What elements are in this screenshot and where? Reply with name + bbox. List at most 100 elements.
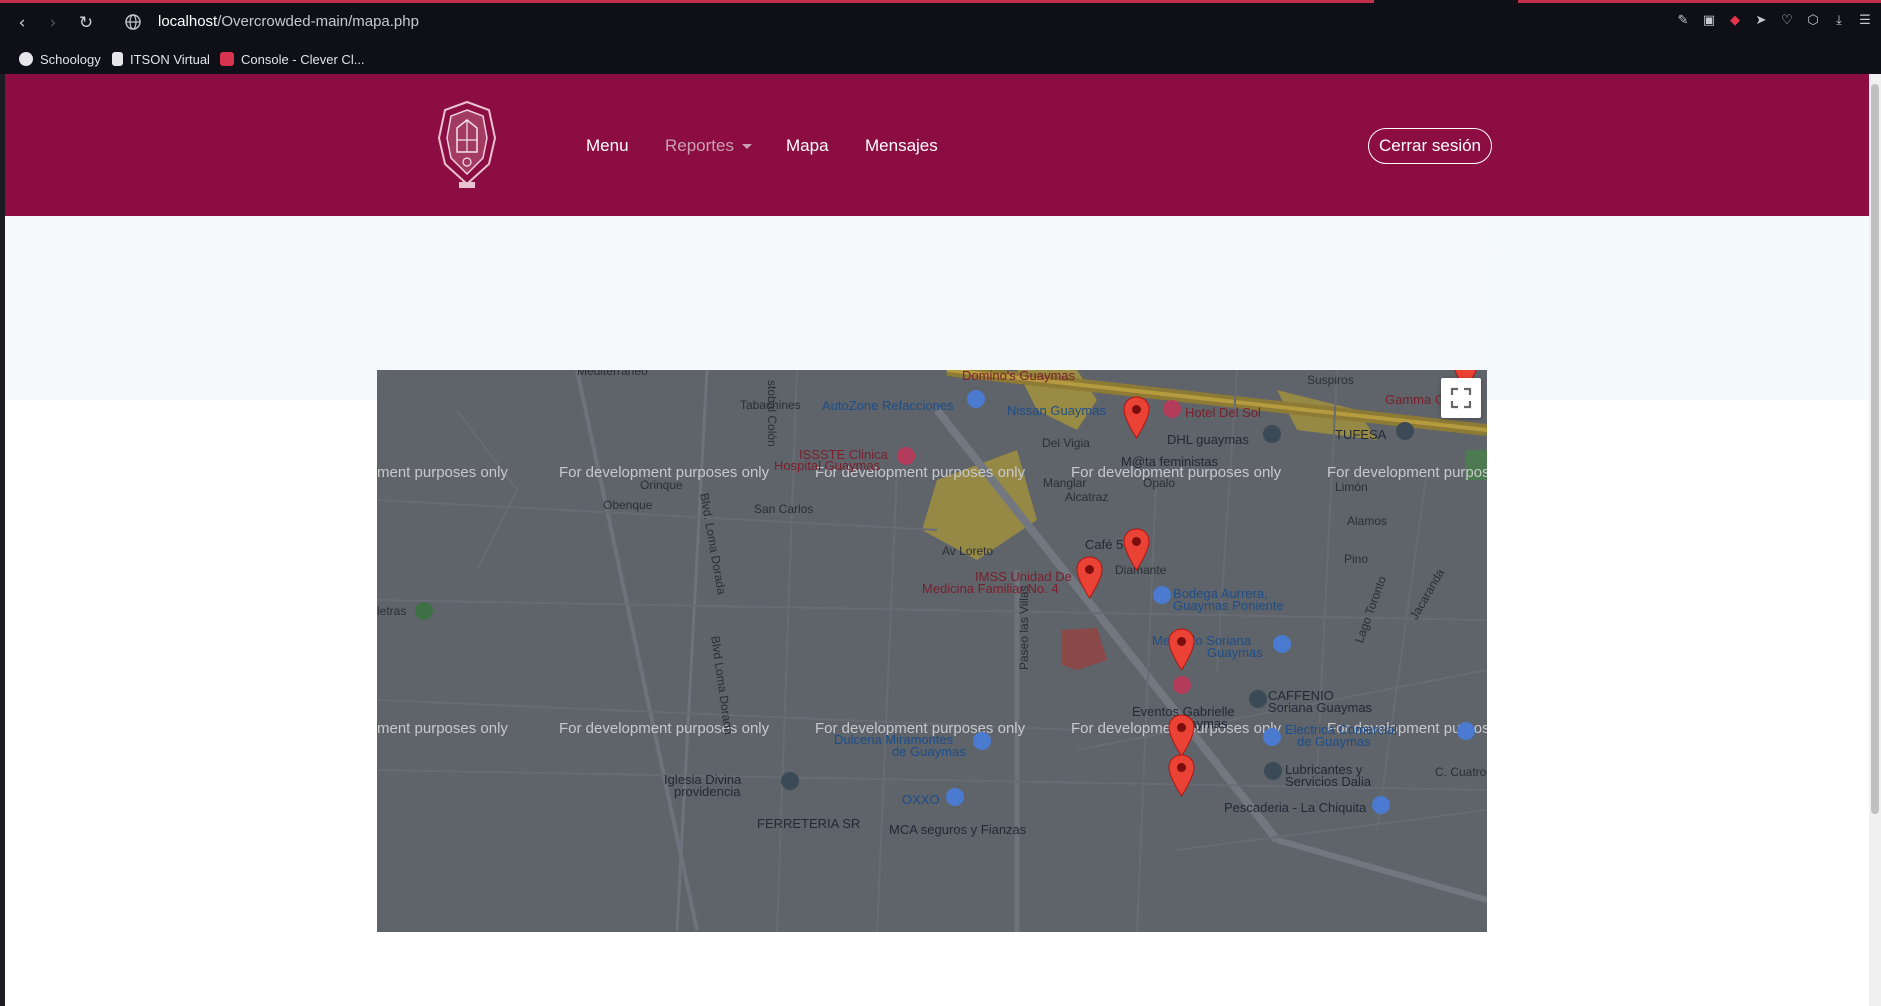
map-label: Alamos [1347, 514, 1388, 528]
send-icon[interactable]: ➤ [1753, 12, 1769, 30]
map-label: Domino's Guaymas [962, 370, 1076, 383]
map-label: Servicios Dalia [1285, 774, 1371, 789]
map-label: TUFESA [1335, 427, 1387, 442]
map-marker-icon[interactable] [1123, 528, 1150, 571]
park-icon[interactable] [415, 602, 433, 620]
map-label: Del Vigia [1042, 436, 1090, 450]
store-icon[interactable] [967, 390, 985, 408]
shopping-icon[interactable] [1273, 635, 1291, 653]
location-icon[interactable] [1396, 422, 1414, 440]
map-label: Obenque [603, 498, 653, 512]
download-icon[interactable]: ⤓ [1831, 12, 1847, 30]
map-label: Medicina Familiar No. 4 [922, 581, 1059, 596]
shopping-icon[interactable] [1263, 728, 1281, 746]
dev-watermark: For development purpose [1327, 464, 1487, 481]
map-label: OXXO [902, 792, 940, 807]
console-icon [220, 52, 234, 66]
map-label: AutoZone Refacciones [822, 398, 954, 413]
schoology-icon [19, 52, 33, 66]
fullscreen-icon [1450, 387, 1472, 409]
address-bar[interactable]: localhost/Overcrowded-main/mapa.php [158, 13, 419, 30]
map-label: C. Cuatro [1435, 765, 1487, 779]
map-label: Gamma G [1385, 392, 1445, 407]
map-streets [377, 370, 1487, 932]
bookmark-schoology[interactable]: Schoology [19, 49, 101, 69]
dev-watermark: ment purposes only [377, 720, 508, 737]
reload-icon[interactable]: ↻ [75, 12, 97, 34]
bookmark-label: Console - Clever Cl... [241, 51, 365, 67]
url-path: /Overcrowded-main/mapa.php [217, 13, 419, 30]
map-label: Orinque [640, 478, 683, 492]
map-label: DHL guaymas [1167, 432, 1249, 447]
map-label: providencia [674, 784, 741, 799]
nav-reportes-label: Reportes [665, 136, 734, 155]
nav-menu-link[interactable]: Menu [586, 136, 629, 156]
bookmarks-bar: Schoology ITSON Virtual Console - Clever… [0, 44, 1881, 74]
nav-mensajes-link[interactable]: Mensajes [865, 136, 938, 156]
map-marker-icon[interactable] [1168, 628, 1195, 671]
nav-mapa-link[interactable]: Mapa [786, 136, 829, 156]
hotel-icon[interactable] [1163, 400, 1181, 418]
bookmark-console[interactable]: Console - Clever Cl... [220, 49, 365, 69]
logout-button[interactable]: Cerrar sesión [1368, 128, 1492, 164]
nav-reportes-dropdown[interactable]: Reportes [665, 136, 752, 156]
chevron-down-icon [741, 144, 752, 150]
map-marker-icon[interactable] [1076, 556, 1103, 599]
shield-icon[interactable]: ◆ [1727, 12, 1743, 30]
shopping-icon[interactable] [1457, 722, 1475, 740]
map-label: letras [377, 604, 407, 618]
back-icon[interactable]: ‹ [11, 12, 33, 34]
hospital-icon[interactable] [897, 447, 915, 465]
map-label: Café 5 [1085, 537, 1124, 552]
menu-icon[interactable]: ☰ [1857, 12, 1873, 30]
map-marker-icon[interactable] [1123, 396, 1150, 439]
location-icon[interactable] [1249, 690, 1267, 708]
map-label: M@ta feministas [1121, 454, 1218, 469]
map-marker-icon[interactable] [1168, 754, 1195, 797]
bookmark-itson[interactable]: ITSON Virtual [112, 49, 210, 69]
bookmark-label: ITSON Virtual [130, 51, 210, 67]
crest-logo-icon[interactable] [431, 98, 503, 192]
map-label: de Guaymas [1297, 734, 1371, 749]
hospital-icon[interactable] [1173, 676, 1191, 694]
heart-icon[interactable]: ♡ [1779, 12, 1795, 30]
map-label: San Carlos [754, 502, 814, 516]
shopping-icon[interactable] [946, 788, 964, 806]
dev-watermark: For development purposes only [559, 720, 770, 737]
globe-icon [125, 14, 141, 30]
map-label: Soriana Guaymas [1268, 700, 1373, 715]
map-label: MCA seguros y Fianzas [889, 822, 1027, 837]
camera-icon[interactable]: ▣ [1701, 12, 1717, 30]
page-scrollbar[interactable] [1869, 74, 1881, 1006]
dev-watermark: ment purposes only [377, 464, 508, 481]
map-label: Hotel Del Sol [1185, 405, 1261, 420]
map-label: Alcatraz [1065, 490, 1109, 504]
shopping-icon[interactable] [1153, 586, 1171, 604]
shopping-icon[interactable] [973, 732, 991, 750]
church-icon[interactable] [781, 772, 799, 790]
map-label: stobal Colón [765, 380, 779, 447]
google-map[interactable]: ment purposes only For development purpo… [377, 370, 1487, 932]
map-label: Pescaderia - La Chiquita [1224, 800, 1367, 815]
toolbar-icons: ✎ ▣ ◆ ➤ ♡ ⬡ ⤓ ☰ [1675, 12, 1873, 30]
fullscreen-button[interactable] [1441, 378, 1481, 418]
map-marker-icon[interactable] [1168, 714, 1195, 757]
location-icon[interactable] [1264, 762, 1282, 780]
map-label: Opalo [1143, 476, 1176, 490]
shopping-icon[interactable] [1372, 796, 1390, 814]
bookmark-label: Schoology [40, 51, 101, 67]
browser-toolbar: ‹ › ↻ localhost/Overcrowded-main/mapa.ph… [0, 0, 1881, 44]
forward-icon[interactable]: › [42, 12, 64, 34]
map-label: Nissan Guaymas [1007, 403, 1106, 418]
map-label: Hospital Guaymas [774, 458, 881, 473]
edit-icon[interactable]: ✎ [1675, 12, 1691, 30]
cube-icon[interactable]: ⬡ [1805, 12, 1821, 30]
site-navbar: Menu Reportes Mapa Mensajes Cerrar sesió… [5, 74, 1869, 216]
map-label: Guaymas [1207, 645, 1263, 660]
map-label: Pino [1344, 552, 1369, 566]
map-label: Suspiros [1307, 373, 1354, 387]
scrollbar-thumb[interactable] [1871, 84, 1879, 814]
tab-accent-line-right [1518, 0, 1881, 3]
map-label: Guaymas Poniente [1173, 598, 1284, 613]
location-icon[interactable] [1263, 425, 1281, 443]
